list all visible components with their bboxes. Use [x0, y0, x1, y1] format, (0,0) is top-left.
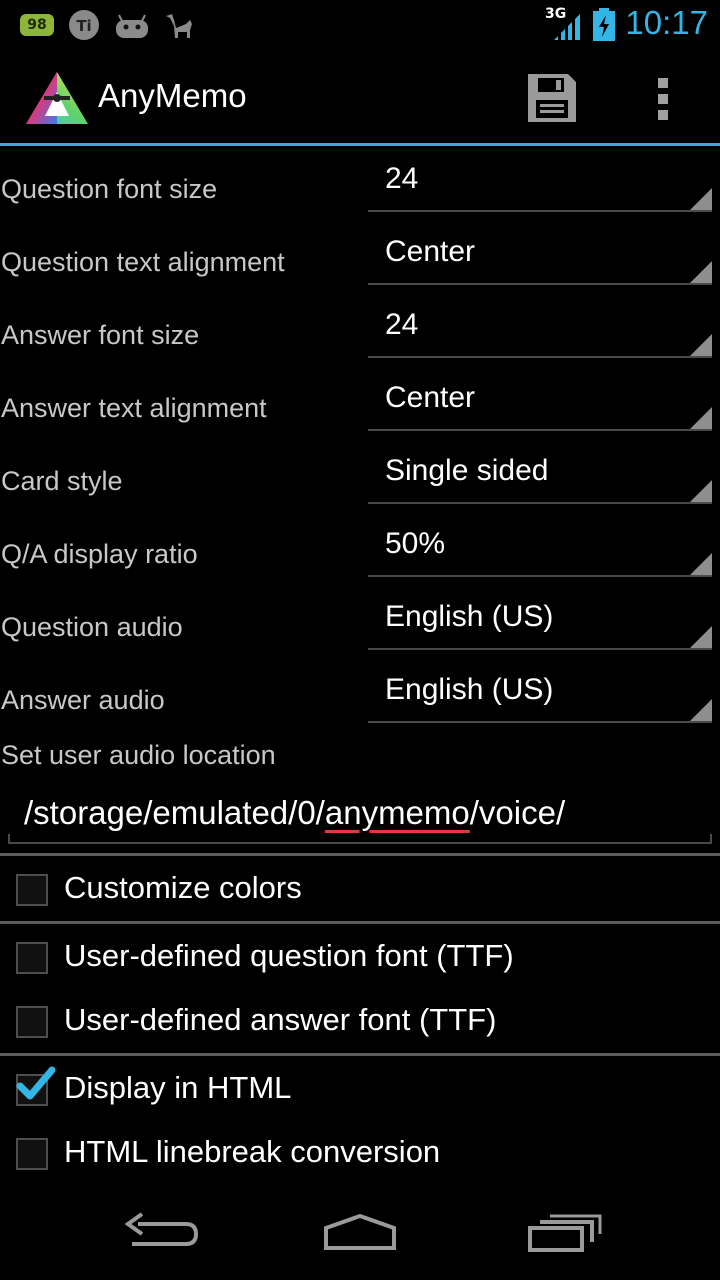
spinner-arrow-icon	[690, 553, 712, 575]
field-edge-left	[8, 834, 10, 842]
setting-label: Answer font size	[1, 320, 200, 350]
checkbox-label: User-defined answer font (TTF)	[64, 1002, 497, 1037]
battery-icon	[593, 8, 615, 41]
spinner-value: 24	[385, 308, 419, 341]
setting-question-audio: Question audio English (US)	[0, 594, 720, 667]
setting-answer-font-size: Answer font size 24	[0, 302, 720, 375]
spinner-arrow-icon	[690, 188, 712, 210]
question-audio-spinner[interactable]: English (US)	[368, 594, 712, 650]
setting-answer-audio: Answer audio English (US)	[0, 667, 720, 740]
checkbox-label: Customize colors	[64, 870, 302, 905]
question-font-ttf-row[interactable]: User-defined question font (TTF)	[0, 926, 720, 990]
card-style-spinner[interactable]: Single sided	[368, 448, 712, 504]
android-icon	[116, 14, 148, 38]
setting-label: Q/A display ratio	[1, 539, 198, 569]
spinner-value: Single sided	[385, 454, 549, 487]
clock: 10:17	[625, 4, 708, 41]
qa-ratio-spinner[interactable]: 50%	[368, 521, 712, 577]
action-bar: AnyMemo	[0, 50, 720, 144]
setting-answer-text-alignment: Answer text alignment Center	[0, 375, 720, 448]
answer-font-ttf-row[interactable]: User-defined answer font (TTF)	[0, 990, 720, 1054]
spinner-value: English (US)	[385, 673, 554, 706]
spinner-value: Center	[385, 381, 476, 414]
overflow-menu-icon[interactable]	[650, 74, 676, 124]
checkmark-icon	[16, 1066, 56, 1100]
checkbox-label: User-defined question font (TTF)	[64, 938, 514, 973]
spinner-arrow-icon	[690, 480, 712, 502]
action-bar-divider	[0, 143, 720, 146]
audio-location-field[interactable]: /storage/emulated/0/anymemo/voice/	[8, 788, 712, 844]
spinner-arrow-icon	[690, 407, 712, 429]
setting-card-style: Card style Single sided	[0, 448, 720, 521]
camel-icon	[166, 14, 192, 38]
titanium-icon: Ti	[69, 10, 99, 40]
app-logo-icon[interactable]	[24, 70, 90, 126]
save-icon[interactable]	[520, 70, 582, 126]
path-suffix: /voice/	[469, 794, 566, 831]
home-icon[interactable]	[316, 1208, 406, 1260]
spinner-arrow-icon	[690, 699, 712, 721]
section-divider	[0, 921, 720, 924]
spinner-value: 50%	[385, 527, 446, 560]
question-alignment-spinner[interactable]: Center	[368, 229, 712, 285]
spinner-value: Center	[385, 235, 476, 268]
setting-label: Question text alignment	[1, 247, 285, 277]
checkbox[interactable]	[16, 1138, 48, 1170]
checkbox-label: Display in HTML	[64, 1070, 292, 1105]
checkbox[interactable]	[16, 1006, 48, 1038]
display-html-row[interactable]: Display in HTML	[0, 1058, 720, 1122]
back-icon[interactable]	[116, 1208, 206, 1260]
battery-badge-icon: 98	[20, 14, 54, 36]
spellcheck-flagged-word: anymemo	[324, 794, 470, 831]
spinner-arrow-icon	[690, 261, 712, 283]
checkbox[interactable]	[16, 874, 48, 906]
answer-alignment-spinner[interactable]: Center	[368, 375, 712, 431]
section-divider	[0, 1053, 720, 1056]
status-bar: 98 Ti 3G 10:17	[0, 0, 720, 50]
audio-location-value: /storage/emulated/0/anymemo/voice/	[24, 794, 565, 832]
setting-question-font-size: Question font size 24	[0, 156, 720, 229]
spinner-value: English (US)	[385, 600, 554, 633]
checkbox-label: HTML linebreak conversion	[64, 1134, 441, 1169]
setting-label: Question font size	[1, 174, 218, 204]
answer-audio-spinner[interactable]: English (US)	[368, 667, 712, 723]
spinner-value: 24	[385, 162, 419, 195]
setting-qa-display-ratio: Q/A display ratio 50%	[0, 521, 720, 594]
setting-label: Card style	[1, 466, 123, 496]
setting-label: Question audio	[1, 612, 183, 642]
customize-colors-row[interactable]: Customize colors	[0, 858, 720, 922]
section-divider	[0, 853, 720, 856]
setting-label: Answer audio	[1, 685, 165, 715]
checkbox[interactable]	[16, 942, 48, 974]
navigation-bar	[0, 1188, 720, 1280]
spinner-arrow-icon	[690, 334, 712, 356]
app-title: AnyMemo	[98, 77, 247, 114]
path-prefix: /storage/emulated/0/	[24, 794, 325, 831]
field-edge-right	[710, 834, 712, 842]
svg-text:Ti: Ti	[76, 17, 91, 35]
signal-icon	[554, 14, 580, 40]
setting-label: Answer text alignment	[1, 393, 267, 423]
html-linebreak-row[interactable]: HTML linebreak conversion	[0, 1122, 720, 1186]
recent-apps-icon[interactable]	[518, 1208, 608, 1260]
spinner-arrow-icon	[690, 626, 712, 648]
setting-question-text-alignment: Question text alignment Center	[0, 229, 720, 302]
audio-location-label: Set user audio location	[1, 740, 276, 770]
question-font-size-spinner[interactable]: 24	[368, 156, 712, 212]
answer-font-size-spinner[interactable]: 24	[368, 302, 712, 358]
